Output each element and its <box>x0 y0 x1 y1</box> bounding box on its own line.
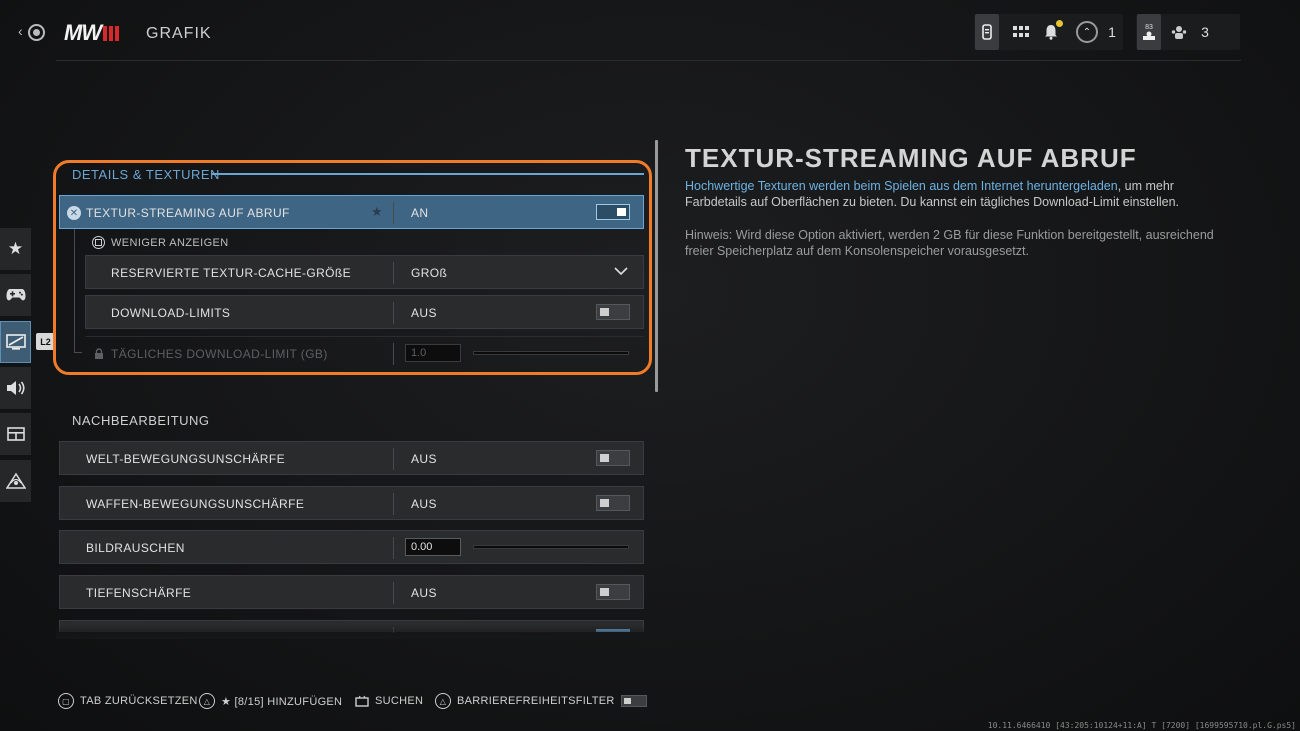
grid-menu-button[interactable] <box>1010 14 1032 50</box>
notifications-button[interactable] <box>1040 14 1063 50</box>
add-favorite-label: ★ [8/15] HINZUFÜGEN <box>221 695 343 708</box>
monitor-icon <box>5 334 26 350</box>
divider <box>393 582 394 604</box>
description-note: Hinweis: Wird diese Option aktiviert, we… <box>685 228 1214 258</box>
back-button[interactable]: ‹ <box>18 22 46 44</box>
rail-tab-favorites[interactable]: ★ <box>0 228 31 270</box>
rank-icon: ⌃ <box>1076 21 1098 43</box>
top-right-group: ⌃ 1 <box>974 14 1123 50</box>
notification-dot <box>1056 20 1063 27</box>
divider <box>393 537 394 559</box>
top-bar: ‹ MW GRAFIK ⌃ 1 83 3 <box>0 0 1300 62</box>
scrollbar[interactable] <box>655 140 658 392</box>
divider <box>393 448 394 470</box>
network-icon <box>5 472 26 489</box>
setting-label: WAFFEN-BEWEGUNGSUNSCHÄRFE <box>86 497 305 511</box>
player-icon <box>1143 31 1155 40</box>
world-motion-blur-toggle[interactable] <box>596 450 630 466</box>
party-button[interactable] <box>1168 14 1190 50</box>
bell-icon <box>1045 25 1057 40</box>
phone-icon <box>982 24 992 40</box>
weapon-motion-blur-toggle[interactable] <box>596 495 630 511</box>
add-favorite-button[interactable]: △ ★ [8/15] HINZUFÜGEN <box>199 692 342 710</box>
rail-tab-audio[interactable] <box>0 367 31 409</box>
rail-tab-interface[interactable] <box>0 413 31 455</box>
triangle-button-icon: △ <box>435 693 451 709</box>
accessibility-filter-toggle[interactable] <box>620 695 647 707</box>
logo-text: MW <box>64 20 102 45</box>
setting-row-film-grain[interactable]: BILDRAUSCHEN 0.00 <box>59 530 644 564</box>
rank-count: 1 <box>1108 24 1116 40</box>
player-card-button[interactable]: 83 <box>1137 14 1161 50</box>
interface-icon <box>6 427 25 441</box>
game-logo: MW <box>64 20 120 45</box>
description-highlight: Hochwertige Texturen werden beim Spielen… <box>685 179 1118 193</box>
orange-highlight-box <box>53 160 652 375</box>
section-title-postprocessing: NACHBEARBEITUNG <box>72 413 210 428</box>
reset-tab-button[interactable]: ▢ TAB ZURÜCKSETZEN <box>58 692 198 710</box>
rail-tab-network[interactable] <box>0 460 31 502</box>
party-icon <box>1171 26 1187 39</box>
party-level: 83 <box>1145 23 1153 31</box>
setting-value: AUS <box>411 452 437 466</box>
film-grain-input[interactable]: 0.00 <box>405 538 461 556</box>
controller-icon <box>6 289 25 301</box>
divider <box>393 493 394 515</box>
square-button-icon: ▢ <box>58 693 74 709</box>
accessibility-filter-label: BARRIEREFREIHEITSFILTER <box>457 695 615 707</box>
film-grain-slider[interactable] <box>473 545 629 549</box>
phone-button[interactable] <box>975 14 999 50</box>
grid-icon <box>1013 26 1029 37</box>
setting-row-depth-of-field[interactable]: TIEFENSCHÄRFE AUS <box>59 575 644 609</box>
description-body: Hochwertige Texturen werden beim Spielen… <box>685 178 1225 210</box>
setting-label: WELT-BEWEGUNGSUNSCHÄRFE <box>86 452 285 466</box>
search-button[interactable]: SUCHEN <box>355 692 423 710</box>
rank-button[interactable]: ⌃ <box>1074 14 1100 50</box>
rail-tab-graphics[interactable] <box>0 321 31 363</box>
setting-row-world-motion-blur[interactable]: WELT-BEWEGUNGSUNSCHÄRFE AUS <box>59 441 644 475</box>
setting-row-weapon-motion-blur[interactable]: WAFFEN-BEWEGUNGSUNSCHÄRFE AUS <box>59 486 644 520</box>
logo-bars-icon <box>103 25 120 41</box>
setting-value: AUS <box>411 586 437 600</box>
list-fade <box>56 625 656 639</box>
depth-of-field-toggle[interactable] <box>596 584 630 600</box>
star-icon: ★ <box>7 239 24 258</box>
party-group: 83 3 <box>1136 14 1240 50</box>
circle-button-icon <box>28 24 45 41</box>
setting-value: AUS <box>411 497 437 511</box>
header-divider <box>56 60 1241 61</box>
speaker-icon <box>6 381 25 395</box>
triangle-button-icon: △ <box>199 693 215 709</box>
setting-label: BILDRAUSCHEN <box>86 541 185 555</box>
page-title: GRAFIK <box>146 25 212 42</box>
party-count: 3 <box>1201 24 1209 40</box>
search-label: SUCHEN <box>375 695 424 707</box>
reset-tab-label: TAB ZURÜCKSETZEN <box>80 695 198 707</box>
setting-label: TIEFENSCHÄRFE <box>86 586 192 600</box>
debug-build-info: 10.11.6466410 [43:205:10124+11:A] T [720… <box>987 721 1296 730</box>
rail-tab-controller[interactable] <box>0 274 31 316</box>
touchpad-icon <box>355 695 369 707</box>
accessibility-filter-button[interactable]: △ BARRIEREFREIHEITSFILTER <box>435 692 647 710</box>
chevron-left-icon: ‹ <box>18 23 23 39</box>
description-title: TEXTUR-STREAMING AUF ABRUF <box>685 143 1137 173</box>
